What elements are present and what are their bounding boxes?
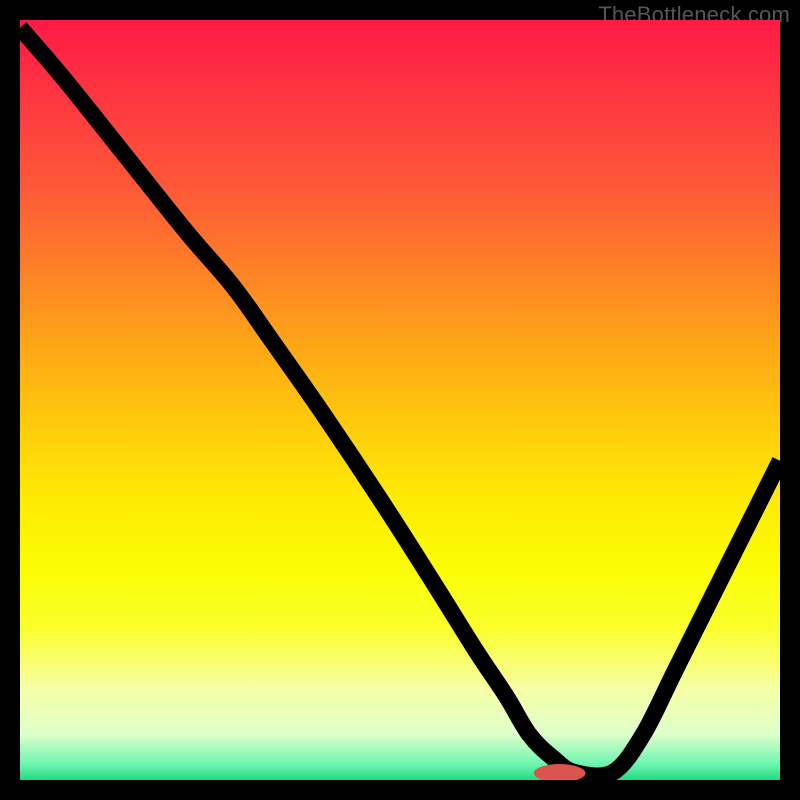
bottleneck-chart bbox=[20, 20, 780, 780]
chart-frame: TheBottleneck.com bbox=[0, 0, 800, 800]
plot-background bbox=[20, 20, 780, 780]
